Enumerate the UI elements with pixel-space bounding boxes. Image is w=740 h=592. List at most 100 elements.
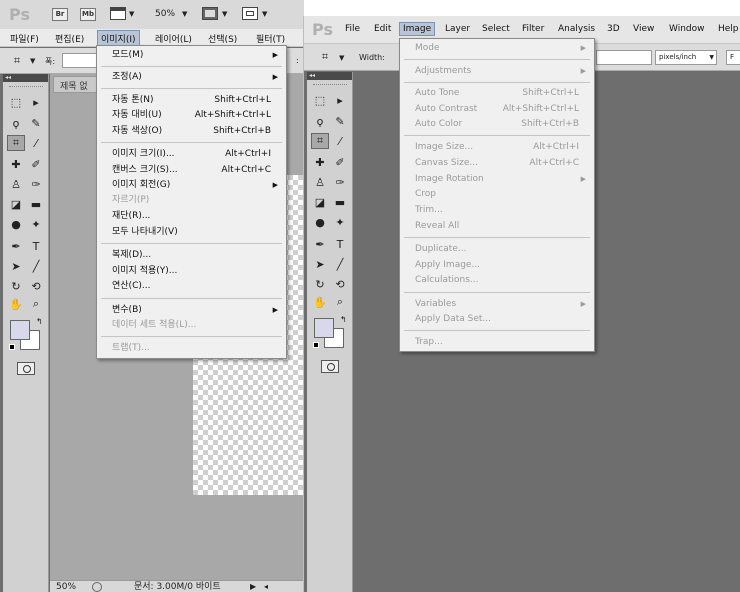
menu-3d[interactable]: 3D xyxy=(607,24,620,34)
eyedropper-tool-icon[interactable]: ⁄ xyxy=(331,133,349,149)
menu-edit[interactable]: 편집(E) xyxy=(55,32,84,45)
menu-item-auto-color[interactable]: Auto Color Shift+Ctrl+B xyxy=(400,117,594,132)
menu-item-reveal-all[interactable]: Reveal All xyxy=(400,219,594,234)
menu-item-adjustments[interactable]: Adjustments ▶ xyxy=(400,64,594,79)
menu-item-apply-data-set[interactable]: 데이터 세트 적용(L)... xyxy=(97,318,286,333)
zoom-level[interactable]: 50% xyxy=(155,9,175,19)
menu-image[interactable]: Image xyxy=(399,22,436,36)
3d-rotate-tool-icon[interactable]: ↻ xyxy=(7,278,25,294)
menu-file[interactable]: 파일(F) xyxy=(10,32,39,45)
blur-tool-icon[interactable]: ● xyxy=(7,216,25,232)
gradient-tool-icon[interactable]: ▬ xyxy=(331,194,349,210)
menu-item-auto-color[interactable]: 자동 색상(O) Shift+Ctrl+B xyxy=(97,124,286,139)
menu-item-crop[interactable]: 자르기(P) xyxy=(97,193,286,208)
scroll-left-icon[interactable]: ◂ xyxy=(264,581,268,592)
screen-view-icon[interactable] xyxy=(110,7,126,20)
path-selection-tool-icon[interactable]: ➤ xyxy=(7,258,25,274)
bridge-button[interactable]: Br xyxy=(52,8,68,21)
chevron-down-icon[interactable]: ▼ xyxy=(262,10,267,18)
type-tool-icon[interactable]: T xyxy=(331,236,349,252)
width-field[interactable] xyxy=(62,53,98,68)
healing-brush-tool-icon[interactable]: ✚ xyxy=(311,154,329,170)
menu-select[interactable]: 선택(S) xyxy=(208,32,237,45)
front-image-button[interactable]: F xyxy=(726,50,740,65)
menu-item-trim[interactable]: Trim... xyxy=(400,203,594,218)
marquee-tool-icon[interactable]: ⬚ xyxy=(7,94,25,110)
status-info-icon[interactable] xyxy=(92,582,102,592)
menu-item-calculations[interactable]: 연산(C)... xyxy=(97,279,286,294)
quick-mask-icon[interactable] xyxy=(321,360,339,373)
line-tool-icon[interactable]: ╱ xyxy=(27,258,45,274)
resolution-units-select[interactable]: pixels/inch ▼ xyxy=(655,50,717,65)
menu-item-image-rotation[interactable]: Image Rotation ▶ xyxy=(400,172,594,187)
eyedropper-tool-icon[interactable]: ⁄ xyxy=(27,135,45,151)
menu-edit[interactable]: Edit xyxy=(374,24,391,34)
blur-tool-icon[interactable]: ● xyxy=(311,214,329,230)
menu-item-auto-tone[interactable]: 자동 톤(N) Shift+Ctrl+L xyxy=(97,93,286,108)
menu-item-image-size[interactable]: 이미지 크기(I)... Alt+Ctrl+I xyxy=(97,147,286,162)
status-menu-arrow-icon[interactable]: ▶ xyxy=(250,581,256,592)
menu-filter[interactable]: Filter xyxy=(522,24,544,34)
menu-analysis[interactable]: Analysis xyxy=(558,24,595,34)
menu-item-duplicate[interactable]: 복제(D)... xyxy=(97,248,286,263)
eraser-tool-icon[interactable]: ◪ xyxy=(7,196,25,212)
menu-item-trap[interactable]: Trap... xyxy=(400,335,594,350)
gradient-tool-icon[interactable]: ▬ xyxy=(27,196,45,212)
arrange-documents-icon[interactable] xyxy=(202,7,218,20)
history-brush-tool-icon[interactable]: ✑ xyxy=(331,174,349,190)
chevron-down-icon[interactable]: ▼ xyxy=(182,10,187,18)
history-brush-tool-icon[interactable]: ✑ xyxy=(27,176,45,192)
menu-item-trim[interactable]: 재단(R)... xyxy=(97,209,286,224)
marquee-tool-icon[interactable]: ⬚ xyxy=(311,92,329,108)
quick-selection-tool-icon[interactable]: ✎ xyxy=(27,115,45,131)
move-tool-icon[interactable]: ▸ xyxy=(27,94,45,110)
menu-item-crop[interactable]: Crop xyxy=(400,187,594,202)
tools-panel-header[interactable]: ◂◂ xyxy=(3,74,48,82)
move-tool-icon[interactable]: ▸ xyxy=(331,92,349,108)
chevron-down-icon[interactable]: ▼ xyxy=(339,54,344,62)
menu-view[interactable]: View xyxy=(633,24,654,34)
hand-tool-icon[interactable]: ✋ xyxy=(311,294,329,310)
menu-item-image-rotation[interactable]: 이미지 회전(G) ▶ xyxy=(97,178,286,193)
menu-item-apply-data-set[interactable]: Apply Data Set... xyxy=(400,312,594,327)
chevron-down-icon[interactable]: ▼ xyxy=(129,10,134,18)
panel-grip[interactable] xyxy=(9,86,43,88)
dodge-tool-icon[interactable]: ✦ xyxy=(331,214,349,230)
menu-help[interactable]: Help xyxy=(718,24,739,34)
lasso-tool-icon[interactable]: ϙ xyxy=(7,115,25,131)
default-colors-icon[interactable] xyxy=(9,344,15,350)
menu-item-trap[interactable]: 트랩(T)... xyxy=(97,341,286,356)
resolution-field[interactable] xyxy=(596,50,652,65)
pen-tool-icon[interactable]: ✒ xyxy=(7,238,25,254)
swap-colors-icon[interactable]: ↰ xyxy=(36,317,43,326)
brush-tool-icon[interactable]: ✐ xyxy=(331,154,349,170)
menu-item-canvas-size[interactable]: 캔버스 크기(S)... Alt+Ctrl+C xyxy=(97,163,286,178)
lasso-tool-icon[interactable]: ϙ xyxy=(311,113,329,129)
screen-mode-icon[interactable] xyxy=(242,7,258,20)
quick-mask-icon[interactable] xyxy=(17,362,35,375)
menu-item-image-size[interactable]: Image Size... Alt+Ctrl+I xyxy=(400,140,594,155)
menu-window[interactable]: Window xyxy=(669,24,705,34)
foreground-color-swatch[interactable] xyxy=(314,318,334,338)
menu-item-mode[interactable]: 모드(M) ▶ xyxy=(97,48,286,63)
panel-grip[interactable] xyxy=(313,84,347,86)
3d-orbit-tool-icon[interactable]: ⟲ xyxy=(27,278,45,294)
zoom-tool-icon[interactable]: ⌕ xyxy=(331,294,349,310)
menu-item-apply-image[interactable]: 이미지 적용(Y)... xyxy=(97,264,286,279)
menu-item-variables[interactable]: Variables ▶ xyxy=(400,297,594,312)
menu-layer[interactable]: 레이어(L) xyxy=(155,32,192,45)
mini-bridge-button[interactable]: Mb xyxy=(80,8,96,21)
zoom-tool-icon[interactable]: ⌕ xyxy=(27,296,45,312)
clone-stamp-tool-icon[interactable]: ♙ xyxy=(311,174,329,190)
3d-orbit-tool-icon[interactable]: ⟲ xyxy=(331,276,349,292)
swap-colors-icon[interactable]: ↰ xyxy=(340,315,347,324)
menu-layer[interactable]: Layer xyxy=(445,24,470,34)
menu-item-duplicate[interactable]: Duplicate... xyxy=(400,242,594,257)
default-colors-icon[interactable] xyxy=(313,342,319,348)
tools-panel-header[interactable]: ◂◂ xyxy=(307,72,352,80)
menu-item-variables[interactable]: 변수(B) ▶ xyxy=(97,303,286,318)
menu-item-calculations[interactable]: Calculations... xyxy=(400,273,594,288)
path-selection-tool-icon[interactable]: ➤ xyxy=(311,256,329,272)
menu-item-apply-image[interactable]: Apply Image... xyxy=(400,258,594,273)
type-tool-icon[interactable]: T xyxy=(27,238,45,254)
